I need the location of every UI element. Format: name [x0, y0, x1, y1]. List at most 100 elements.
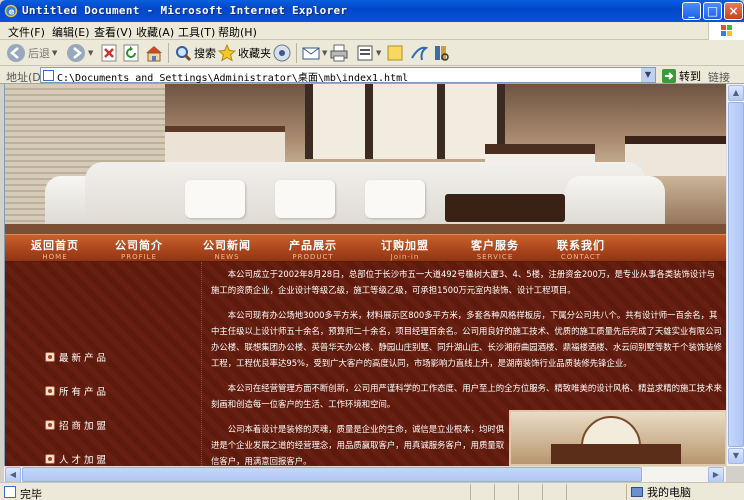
sidebar-item-franchise[interactable]: 招商加盟: [45, 418, 109, 432]
nav-label: 产品展示: [289, 239, 337, 252]
search-icon: [176, 46, 192, 62]
close-button[interactable]: ×: [724, 2, 743, 20]
nav-label: 客户服务: [471, 239, 519, 252]
nav-news[interactable]: 公司新闻 NEWS: [187, 237, 267, 261]
menu-file[interactable]: 文件(F): [8, 24, 45, 40]
address-input[interactable]: C:\Documents and Settings\Administrator\…: [40, 67, 656, 84]
forward-arrow-icon: [67, 44, 85, 62]
menu-edit[interactable]: 编辑(E): [52, 24, 90, 40]
print-button[interactable]: [330, 42, 348, 64]
horizontal-scroll-thumb[interactable]: [22, 467, 642, 482]
address-url[interactable]: C:\Documents and Settings\Administrator\…: [57, 69, 408, 84]
links-button[interactable]: 链接: [708, 69, 730, 85]
nav-profile[interactable]: 公司简介 PROFILE: [99, 237, 179, 261]
messenger-icon: [411, 46, 428, 61]
nav-sublabel: HOME: [42, 253, 68, 261]
stop-button[interactable]: [100, 42, 118, 64]
sidebar-item-all-products[interactable]: 所有产品: [45, 384, 109, 398]
intro-paragraph: 本公司现有办公场地3000多平方米，材料展示区800多平方米，多套各种风格样板房…: [211, 310, 722, 368]
sidebar-item-careers[interactable]: 人才加盟: [45, 452, 109, 466]
favorites-label: 收藏夹: [238, 47, 271, 60]
toolbar: 后退 ▼ ▼ 搜索 收藏夹 ▼ ▼: [0, 40, 744, 66]
favorites-button[interactable]: 收藏夹: [218, 42, 271, 64]
go-button[interactable]: 转到: [662, 68, 701, 84]
intro-paragraph: 本公司在经营管理方面不断创新，公司用严谨科学的工作态度、用户至上的全方位服务、精…: [211, 383, 722, 409]
nav-sublabel: PROFILE: [120, 253, 157, 261]
nav-label: 订购加盟: [381, 239, 429, 252]
nav-sublabel: Join-in: [390, 253, 420, 261]
toolbar-separator: [296, 43, 297, 63]
go-arrow-icon: [662, 69, 676, 83]
back-arrow-icon: [7, 44, 25, 62]
nav-label: 公司新闻: [203, 239, 251, 252]
nav-label: 公司简介: [115, 239, 163, 252]
menu-help[interactable]: 帮助(H): [218, 24, 257, 40]
page-done-icon: [4, 486, 16, 498]
ie-logo-icon: e: [4, 4, 18, 18]
nav-sublabel: PRODUCT: [292, 253, 334, 261]
nav-home[interactable]: 返回首页 HOME: [15, 237, 95, 261]
minimize-button[interactable]: _: [682, 2, 701, 20]
scroll-left-button[interactable]: ◀: [5, 467, 21, 483]
scroll-up-button[interactable]: ▲: [728, 85, 744, 101]
content-area: 最新产品 所有产品 招商加盟 人才加盟 本公司成立于2002年8月28日，总部位…: [5, 262, 726, 466]
vertical-scroll-thumb[interactable]: [728, 102, 744, 447]
refresh-button[interactable]: [122, 42, 140, 64]
messenger-button[interactable]: [410, 42, 428, 64]
home-icon: [146, 46, 162, 62]
nav-product[interactable]: 产品展示 PRODUCT: [273, 237, 353, 261]
site-nav: 返回首页 HOME 公司简介 PROFILE 公司新闻 NEWS 产品展示 PR…: [5, 234, 726, 262]
status-text: 完毕: [20, 488, 42, 500]
nav-sublabel: SERVICE: [476, 253, 514, 261]
stop-icon: [101, 44, 117, 62]
star-icon: [218, 44, 236, 62]
scroll-right-button[interactable]: ▶: [708, 467, 724, 483]
discuss-button[interactable]: [386, 42, 404, 64]
edit-page-icon: [357, 45, 373, 61]
menu-view[interactable]: 查看(V): [94, 24, 132, 40]
toolbar-separator: [168, 43, 169, 63]
sidebar-item-label: 最新产品: [59, 353, 110, 364]
sidebar-item-label: 招商加盟: [59, 421, 110, 432]
nav-sublabel: CONTACT: [560, 253, 602, 261]
nav-contact[interactable]: 联系我们 CONTACT: [541, 237, 621, 261]
nav-label: 返回首页: [31, 239, 79, 252]
sidebar-item-label: 人才加盟: [59, 455, 110, 466]
nav-service[interactable]: 客户服务 SERVICE: [455, 237, 535, 261]
column-divider: [201, 262, 202, 466]
edit-button[interactable]: ▼: [356, 42, 381, 64]
mail-icon: [302, 47, 320, 60]
forward-button[interactable]: ▼: [66, 42, 93, 64]
mail-button[interactable]: ▼: [302, 42, 327, 64]
media-icon: [273, 44, 291, 62]
menu-favorites[interactable]: 收藏(A): [136, 24, 174, 40]
sidebar-item-new-products[interactable]: 最新产品: [45, 350, 109, 364]
back-button[interactable]: 后退 ▼: [6, 42, 57, 64]
refresh-icon: [123, 44, 139, 62]
address-bar: 地址(D) C:\Documents and Settings\Administ…: [0, 66, 744, 84]
flower-bullet-icon: [45, 420, 55, 430]
nav-join[interactable]: 订购加盟 Join-in: [365, 237, 445, 261]
back-label: 后退: [28, 47, 50, 60]
research-button[interactable]: [432, 42, 450, 64]
status-bar: 完毕 我的电脑: [0, 482, 744, 500]
search-button[interactable]: 搜索: [174, 42, 216, 64]
menu-tools[interactable]: 工具(T): [178, 24, 215, 40]
address-dropdown-icon[interactable]: ▼: [641, 68, 655, 82]
flower-bullet-icon: [45, 454, 55, 464]
page-viewport: 返回首页 HOME 公司简介 PROFILE 公司新闻 NEWS 产品展示 PR…: [4, 84, 726, 466]
vertical-scrollbar[interactable]: ▲ ▼: [726, 84, 744, 466]
window-title: Untitled Document - Microsoft Internet E…: [22, 4, 348, 17]
sidebar: 最新产品 所有产品 招商加盟 人才加盟: [5, 262, 201, 466]
sidebar-item-label: 所有产品: [59, 387, 110, 398]
flower-bullet-icon: [45, 352, 55, 362]
home-button[interactable]: [144, 42, 164, 64]
horizontal-scrollbar[interactable]: ◀ ▶: [4, 466, 726, 483]
media-button[interactable]: [272, 42, 292, 64]
computer-icon: [631, 487, 643, 497]
zone-label: 我的电脑: [647, 486, 691, 499]
nav-sublabel: NEWS: [214, 253, 240, 261]
intro-paragraph: 公司本着设计是装修的灵魂，质量是企业的生命，诚信是立业根本，均时俱进是个企业发展…: [211, 424, 505, 466]
scroll-down-button[interactable]: ▼: [728, 448, 744, 464]
maximize-button[interactable]: □: [703, 2, 722, 20]
